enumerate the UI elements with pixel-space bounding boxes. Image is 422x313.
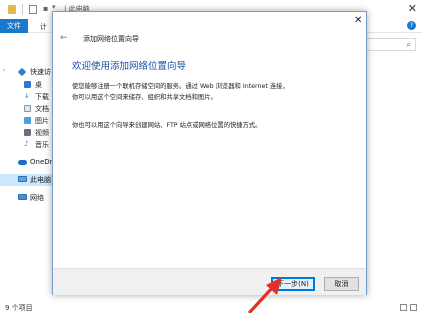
toolbar-separator xyxy=(22,4,23,15)
nav-label: 下载 xyxy=(35,93,49,101)
nav-label: OneDri xyxy=(30,158,52,166)
dialog-footer: 下一步(N) 取消 xyxy=(53,268,366,295)
folder-icon xyxy=(8,5,16,14)
nav-quick-access[interactable]: › 快速访 xyxy=(0,66,52,78)
nav-network[interactable]: 网络 xyxy=(0,192,52,204)
dialog-title: 添加网络位置向导 xyxy=(83,35,139,43)
computer-icon xyxy=(18,176,27,182)
close-icon[interactable]: ✕ xyxy=(354,15,362,26)
back-arrow-icon[interactable]: ← xyxy=(60,33,68,43)
wizard-heading: 欢迎使用添加网络位置向导 xyxy=(72,61,187,72)
nav-label: 文档 xyxy=(35,105,49,113)
cloud-icon xyxy=(18,160,27,165)
item-count: 9 个项目 xyxy=(5,304,33,312)
wizard-description-secondary: 你也可以用这个向导来创建网站、FTP 站点或网络位置的快捷方式。 xyxy=(72,122,262,129)
nav-onedrive[interactable]: OneDri xyxy=(0,157,52,169)
tab-computer[interactable]: 计 xyxy=(40,22,47,32)
nav-desktop[interactable]: 桌 xyxy=(0,79,52,91)
tab-file[interactable]: 文件 xyxy=(0,19,28,33)
nav-label: 图片 xyxy=(35,117,49,125)
nav-this-pc[interactable]: 此电脑 xyxy=(0,174,52,186)
nav-label: 音乐 xyxy=(35,141,49,149)
nav-videos[interactable]: 视频 xyxy=(0,127,52,139)
video-icon xyxy=(24,129,31,136)
quick-access-dropdown-icon[interactable]: ▾ xyxy=(52,3,56,11)
cancel-button[interactable]: 取消 xyxy=(324,277,359,291)
annotation-arrow-icon xyxy=(248,277,282,313)
close-icon[interactable]: ✕ xyxy=(408,2,417,15)
pin-icon[interactable]: ▪ xyxy=(43,4,48,13)
star-icon xyxy=(17,67,27,77)
nav-label: 桌 xyxy=(35,81,42,89)
nav-label: 快速访 xyxy=(30,68,51,76)
help-icon[interactable]: ? xyxy=(407,21,416,30)
status-bar: 9 个项目 xyxy=(0,301,422,313)
download-icon: ↓ xyxy=(24,92,30,100)
document-icon xyxy=(24,105,31,112)
nav-label: 网络 xyxy=(30,194,44,202)
nav-label: 视频 xyxy=(35,129,49,137)
picture-icon xyxy=(24,117,31,124)
search-icon: ⌕ xyxy=(406,40,411,49)
nav-label: 此电脑 xyxy=(30,176,51,184)
large-icons-view-icon[interactable] xyxy=(410,304,417,311)
nav-music[interactable]: ♪ 音乐 xyxy=(0,139,52,151)
nav-pictures[interactable]: 图片 xyxy=(0,115,52,127)
nav-downloads[interactable]: ↓ 下载 xyxy=(0,91,52,103)
network-icon xyxy=(18,194,27,200)
navigation-pane: › 快速访 桌 ↓ 下载 文档 图片 视频 ♪ 音乐 OneDr 此电脑 网络 xyxy=(0,58,52,303)
expand-icon[interactable]: › xyxy=(3,67,5,74)
nav-documents[interactable]: 文档 xyxy=(0,103,52,115)
details-view-icon[interactable] xyxy=(400,304,407,311)
desktop-icon xyxy=(24,81,31,88)
add-network-location-wizard: ✕ ← 添加网络位置向导 欢迎使用添加网络位置向导 使您能够注册一个联机存储空间… xyxy=(52,11,367,295)
properties-icon[interactable] xyxy=(29,5,37,14)
music-icon: ♪ xyxy=(24,140,29,148)
wizard-description: 使您能够注册一个联机存储空间的服务。通过 Web 浏览器和 Internet 连… xyxy=(72,83,289,101)
